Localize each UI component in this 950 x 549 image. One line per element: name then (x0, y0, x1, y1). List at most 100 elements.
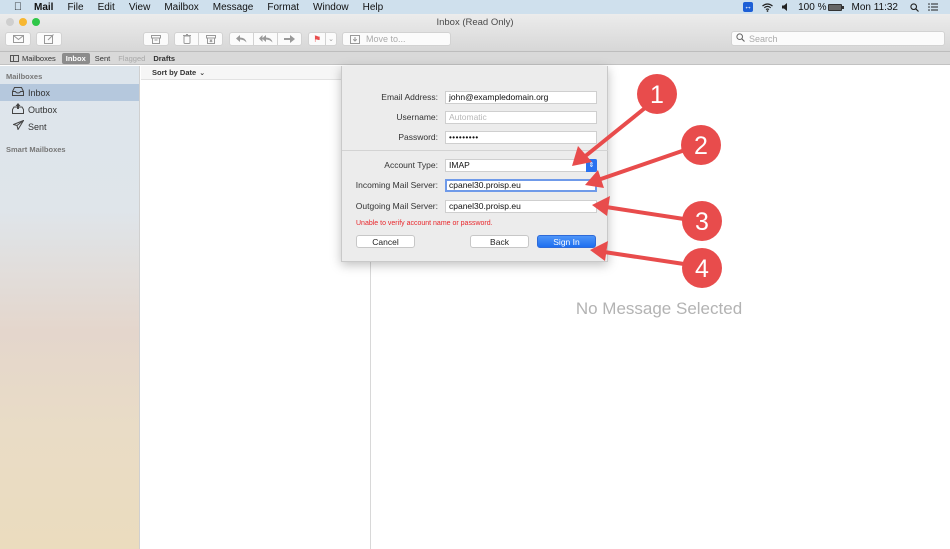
flag-icon: ⚑ (312, 33, 322, 44)
sidebar-item-inbox[interactable]: Inbox (0, 84, 139, 101)
error-message: Unable to verify account name or passwor… (356, 220, 493, 227)
volume-icon[interactable] (782, 3, 789, 11)
email-label: Email Address: (381, 92, 438, 102)
incoming-server-field[interactable]: cpanel30.proisp.eu (445, 178, 597, 192)
menu-edit[interactable]: Edit (98, 2, 115, 13)
junk-icon (205, 34, 216, 44)
outbox-tray-icon (12, 102, 24, 117)
move-to-button[interactable]: Move to... (342, 32, 451, 46)
outgoing-server-field[interactable]: cpanel30.proisp.eu (445, 199, 597, 213)
get-mail-button[interactable] (5, 32, 31, 46)
sheet-divider (342, 150, 608, 151)
favorites-mailboxes-label: Mailboxes (22, 53, 56, 63)
menu-help[interactable]: Help (363, 2, 384, 13)
battery-percent: 100 % (798, 1, 827, 13)
sidebar-item-label: Inbox (28, 87, 51, 98)
email-field[interactable]: john@exampledomain.org (445, 90, 597, 104)
password-row: Password: ••••••••• (342, 130, 609, 144)
battery-icon (828, 3, 845, 11)
favorites-mailboxes-button[interactable]: Mailboxes (10, 54, 56, 63)
username-row: Username: Automatic (342, 110, 609, 124)
incoming-server-label: Incoming Mail Server: (355, 180, 438, 190)
sort-by-date-button[interactable]: Sort by Date ⌄ (141, 66, 370, 80)
spotlight-search-icon[interactable] (910, 2, 919, 12)
wifi-icon[interactable] (762, 2, 773, 12)
forward-icon (284, 35, 295, 43)
delete-button[interactable] (174, 32, 199, 46)
mailbox-sidebar: Mailboxes Inbox Outbox Sent Smart Mailbo… (0, 66, 140, 549)
chevron-down-icon: ⌄ (328, 36, 334, 43)
sidebar-item-sent[interactable]: Sent (0, 118, 139, 135)
incoming-server-row: Incoming Mail Server: cpanel30.proisp.eu (342, 178, 609, 192)
username-field[interactable]: Automatic (445, 110, 597, 124)
favorites-bar: Mailboxes Inbox Sent Flagged Drafts (0, 52, 950, 65)
password-field[interactable]: ••••••••• (445, 130, 597, 144)
trash-icon (182, 34, 191, 44)
email-row: Email Address: john@exampledomain.org (342, 90, 609, 104)
window-title: Inbox (Read Only) (436, 17, 514, 28)
message-list: Sort by Date ⌄ (141, 66, 371, 549)
reply-all-icon (258, 35, 272, 43)
no-message-selected-text: No Message Selected (575, 299, 743, 318)
move-to-label: Move to... (366, 34, 406, 44)
clock[interactable]: Mon 11:32 (851, 2, 898, 13)
search-input[interactable]: Search (731, 31, 945, 46)
compose-icon (44, 34, 54, 44)
favorites-flagged-button[interactable]: Flagged (118, 54, 145, 63)
menu-format[interactable]: Format (267, 2, 299, 13)
back-button[interactable]: Back (470, 235, 529, 248)
status-area: ↔ 100 % Mon 11:32 (743, 0, 950, 14)
menu-message[interactable]: Message (213, 2, 254, 13)
archive-button[interactable] (143, 32, 169, 46)
username-label: Username: (396, 112, 438, 122)
account-type-value: IMAP (449, 160, 470, 170)
forward-button[interactable] (277, 32, 302, 46)
notification-center-icon[interactable] (928, 3, 938, 11)
password-label: Password: (398, 132, 438, 142)
menu-mailbox[interactable]: Mailbox (164, 2, 198, 13)
envelope-icon (12, 35, 24, 43)
teamviewer-icon[interactable]: ↔ (743, 2, 754, 12)
battery-status[interactable]: 100 % (798, 1, 845, 13)
sidebar-heading-mailboxes: Mailboxes (6, 72, 43, 81)
inbox-tray-icon (12, 86, 24, 99)
favorites-inbox-button[interactable]: Inbox (61, 52, 90, 64)
paper-plane-icon (11, 119, 25, 133)
menu-bar:  Mail File Edit View Mailbox Message Fo… (0, 0, 950, 14)
sort-label: Sort by Date (152, 68, 197, 77)
favorites-sent-button[interactable]: Sent (95, 54, 110, 63)
select-arrows-icon: ⇕ (586, 158, 597, 172)
sidebar-heading-smart-mailboxes: Smart Mailboxes (6, 145, 66, 154)
account-type-row: Account Type: IMAP ⇕ (342, 158, 609, 172)
sidebar-item-label: Outbox (28, 104, 58, 115)
reply-all-button[interactable] (253, 32, 278, 46)
outgoing-server-label: Outgoing Mail Server: (355, 201, 438, 211)
search-placeholder: Search (749, 33, 778, 44)
menu-view[interactable]: View (129, 2, 151, 13)
compose-button[interactable] (36, 32, 62, 46)
window-toolbar: Inbox (Read Only) ⚑ ⌄ Move to... Search (0, 14, 950, 52)
reply-button[interactable] (229, 32, 254, 46)
sidebar-item-outbox[interactable]: Outbox (0, 101, 139, 118)
sign-in-button[interactable]: Sign In (537, 235, 596, 248)
cancel-button[interactable]: Cancel (356, 235, 415, 248)
flag-button[interactable]: ⚑ (308, 32, 326, 46)
sidebar-item-label: Sent (28, 121, 47, 132)
move-to-icon (350, 34, 360, 44)
flag-menu-button[interactable]: ⌄ (325, 32, 337, 46)
archive-icon (151, 34, 161, 44)
sidebar-toggle-icon (10, 54, 19, 62)
menu-file[interactable]: File (67, 2, 83, 13)
chevron-down-icon: ⌄ (199, 69, 206, 77)
search-icon (736, 33, 745, 44)
favorites-drafts-button[interactable]: Drafts (153, 54, 175, 63)
outgoing-server-row: Outgoing Mail Server: cpanel30.proisp.eu (342, 199, 609, 213)
junk-button[interactable] (198, 32, 223, 46)
account-type-label: Account Type: (384, 160, 438, 170)
apple-menu-icon[interactable]:  (11, 1, 25, 13)
reply-icon (236, 35, 247, 43)
menu-window[interactable]: Window (313, 2, 349, 13)
account-setup-sheet: Email Address: john@exampledomain.org Us… (341, 66, 608, 262)
account-type-select[interactable]: IMAP ⇕ (445, 158, 597, 172)
menu-mail[interactable]: Mail (34, 2, 53, 13)
